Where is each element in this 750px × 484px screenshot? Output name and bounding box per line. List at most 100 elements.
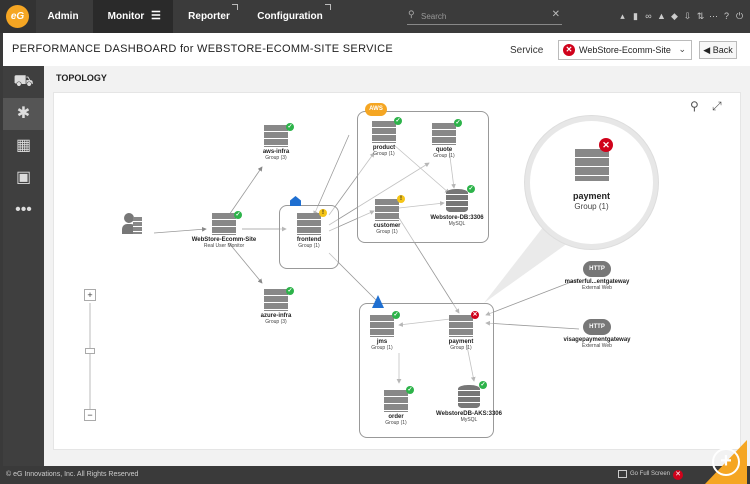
back-button[interactable]: ◀ Back bbox=[699, 41, 737, 59]
status-ok-icon: ✓ bbox=[286, 123, 294, 131]
node-subtitle: Group (1) bbox=[298, 243, 320, 249]
search-box: ⚲ ✕ bbox=[407, 8, 562, 25]
status-ok-icon: ✓ bbox=[286, 287, 294, 295]
clear-search-icon[interactable]: ✕ bbox=[552, 9, 560, 20]
link-icon[interactable]: ∞ bbox=[642, 10, 655, 22]
nav-reporter[interactable]: Reporter bbox=[176, 0, 242, 33]
node-subtitle: MySQL bbox=[448, 221, 466, 227]
zoom-control: + − bbox=[84, 289, 98, 423]
top-navigation-bar: eG Admin Monitor ☰ Reporter Configuratio… bbox=[0, 0, 750, 33]
add-widget-button[interactable]: + bbox=[712, 448, 740, 476]
node-subtitle: Group (3) bbox=[265, 155, 287, 161]
server-group-icon bbox=[370, 315, 394, 337]
sidebar-monitor[interactable]: ▣ bbox=[3, 162, 44, 194]
status-error-icon: ✕ bbox=[471, 311, 479, 319]
left-sidebar: ⛟ ✱ ▦ ▣ ••• bbox=[3, 66, 44, 466]
chevron-down-icon: ⌄ bbox=[678, 44, 686, 54]
service-select-value: WebStore-Ecomm-Site bbox=[579, 45, 671, 55]
go-full-screen-link[interactable]: Go Full Screen bbox=[630, 471, 670, 477]
sidebar-layers[interactable]: ▦ bbox=[3, 130, 44, 162]
node-payment[interactable]: ✕ payment Group (1) bbox=[421, 311, 501, 351]
top-toolbar-icons: ▴ ▮ ∞ ▲ ◆ ⇩ ⇅ ⋯ ? ⏻ bbox=[616, 10, 746, 22]
status-ok-icon: ✓ bbox=[394, 117, 402, 125]
main-area: TOPOLOGY AWS ✓ aws-infra Group (3) ✓ azu… bbox=[44, 66, 750, 466]
node-webstore-db-aks[interactable]: ✓ WebstoreDB-AKS:3306 MySQL bbox=[429, 381, 509, 423]
node-aws-infra[interactable]: ✓ aws-infra Group (3) bbox=[236, 123, 316, 161]
service-select[interactable]: ✕ WebStore-Ecomm-Site ⌄ bbox=[558, 40, 692, 60]
node-visage-gateway[interactable]: HTTP visagepaymentgateway External Web bbox=[552, 319, 642, 349]
node-quote[interactable]: ✓ quote Group (1) bbox=[404, 119, 484, 159]
status-ok-icon: ✓ bbox=[479, 381, 487, 389]
node-webstore-ecomm-site[interactable]: ✓ WebStore-Ecomm-Site Real User Monitor bbox=[184, 211, 264, 249]
server-group-icon bbox=[375, 199, 399, 221]
http-cloud-icon: HTTP bbox=[583, 319, 611, 335]
topology-canvas[interactable]: AWS ✓ aws-infra Group (3) ✓ azure-infra … bbox=[53, 92, 741, 450]
external-link-icon bbox=[325, 4, 331, 10]
azure-icon bbox=[372, 295, 384, 308]
node-subtitle: Group (1) bbox=[371, 345, 393, 351]
status-ok-icon: ✓ bbox=[234, 211, 242, 219]
http-cloud-icon: HTTP bbox=[583, 261, 611, 277]
more-icon[interactable]: ⋯ bbox=[707, 10, 720, 22]
zoom-out-button[interactable]: − bbox=[84, 409, 96, 421]
http-badge-label: HTTP bbox=[589, 266, 605, 272]
zoom-slider-handle[interactable] bbox=[85, 348, 95, 354]
node-frontend[interactable]: ! frontend Group (1) bbox=[269, 209, 349, 249]
external-link-icon bbox=[232, 4, 238, 10]
nav-monitor[interactable]: Monitor ☰ bbox=[93, 0, 173, 33]
sort-icon[interactable]: ⇅ bbox=[694, 10, 707, 22]
section-title: TOPOLOGY bbox=[56, 73, 107, 83]
sidebar-more[interactable]: ••• bbox=[3, 194, 44, 226]
node-user[interactable] bbox=[102, 213, 162, 235]
help-icon[interactable]: ? bbox=[720, 10, 733, 22]
fullscreen-icon[interactable] bbox=[618, 470, 627, 478]
node-subtitle: Group (3) bbox=[265, 319, 287, 325]
nav-configuration-label: Configuration bbox=[257, 11, 323, 22]
error-status-icon: ✕ bbox=[563, 44, 575, 56]
footer: © eG Innovations, Inc. All Rights Reserv… bbox=[0, 466, 750, 484]
node-customer[interactable]: ! customer Group (1) bbox=[347, 195, 427, 235]
sidebar-dashboard[interactable]: ⛟ bbox=[3, 66, 44, 98]
expand-icon[interactable]: ⤢ bbox=[712, 99, 722, 114]
aws-cloud-icon: AWS bbox=[365, 103, 387, 116]
zoom-in-button[interactable]: + bbox=[84, 289, 96, 301]
hamburger-icon[interactable]: ☰ bbox=[151, 0, 161, 33]
monitor-icon: ▣ bbox=[15, 169, 32, 186]
node-webstore-db[interactable]: ✓ Webstore-DB:3306 MySQL bbox=[417, 185, 497, 227]
database-icon bbox=[446, 189, 468, 213]
alert-icon[interactable]: ▲ bbox=[655, 10, 668, 22]
sidebar-topology[interactable]: ✱ bbox=[3, 98, 44, 130]
bubble-subtitle: Group (1) bbox=[574, 202, 609, 211]
nav-admin-label: Admin bbox=[47, 11, 79, 22]
user-icon bbox=[122, 213, 142, 235]
node-masterful-gateway[interactable]: HTTP masterful...entgateway External Web bbox=[552, 261, 642, 291]
lock-icon[interactable]: ▮ bbox=[629, 10, 642, 22]
status-error-icon: ✕ bbox=[599, 138, 613, 152]
grid-icon: ▦ bbox=[15, 137, 32, 154]
node-order[interactable]: ✓ order Group (1) bbox=[356, 386, 436, 426]
close-icon[interactable]: ✕ bbox=[673, 470, 683, 480]
search-icon[interactable]: ⚲ bbox=[690, 99, 699, 113]
power-icon[interactable]: ⏻ bbox=[733, 10, 746, 22]
status-ok-icon: ✓ bbox=[406, 386, 414, 394]
download-icon[interactable]: ⇩ bbox=[681, 10, 694, 22]
topology-icon: ✱ bbox=[16, 105, 31, 122]
eg-logo[interactable]: eG bbox=[0, 0, 36, 33]
notification-icon[interactable]: ◆ bbox=[668, 10, 681, 22]
payment-zoom-bubble[interactable]: ✕ payment Group (1) bbox=[525, 116, 658, 249]
dashboard-icon: ⛟ bbox=[13, 73, 34, 90]
node-azure-infra[interactable]: ✓ azure-infra Group (3) bbox=[236, 287, 316, 325]
bell-icon[interactable]: ▴ bbox=[616, 10, 629, 22]
zoom-track[interactable] bbox=[89, 303, 91, 409]
more-icon: ••• bbox=[15, 201, 32, 218]
server-group-icon bbox=[297, 213, 321, 235]
node-subtitle: Group (1) bbox=[450, 345, 472, 351]
nav-configuration[interactable]: Configuration bbox=[245, 0, 335, 33]
nav-admin[interactable]: Admin bbox=[36, 0, 90, 33]
database-icon bbox=[458, 385, 480, 409]
node-subtitle: Group (1) bbox=[385, 420, 407, 426]
nav-monitor-label: Monitor bbox=[107, 11, 145, 22]
http-badge-label: HTTP bbox=[589, 324, 605, 330]
node-jms[interactable]: ✓ jms Group (1) bbox=[342, 311, 422, 351]
search-input[interactable] bbox=[421, 8, 546, 24]
